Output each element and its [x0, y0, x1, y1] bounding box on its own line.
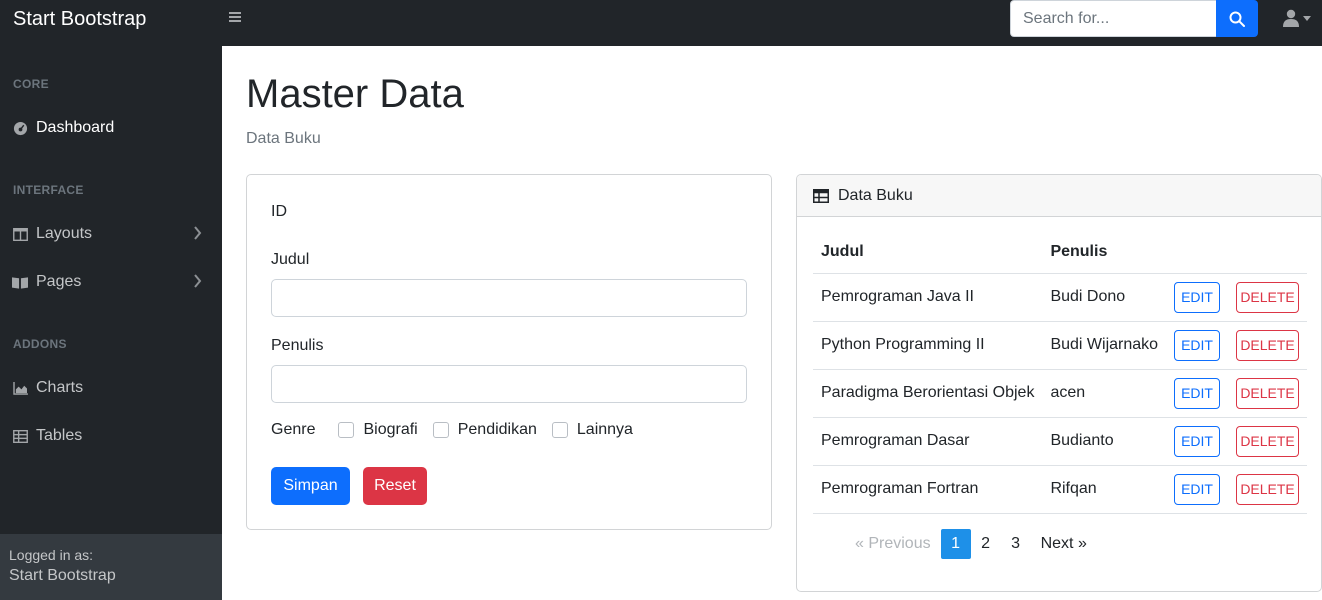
edit-button[interactable]: EDIT — [1174, 425, 1221, 457]
sidebar-item-label: Pages — [36, 273, 82, 290]
brand-link[interactable]: Start Bootstrap — [13, 8, 146, 31]
judul-label: Judul — [271, 251, 310, 268]
sidebar-toggle-icon[interactable] — [229, 10, 245, 26]
cell-judul: Pemrograman Fortran — [813, 465, 1043, 514]
table-row: Paradigma Berorientasi Objek acen EDIT D… — [813, 369, 1308, 418]
book-open-icon — [12, 274, 28, 290]
delete-button[interactable]: DELETE — [1236, 329, 1300, 361]
pagination-page-2[interactable]: 2 — [971, 529, 1001, 559]
cell-penulis: Budianto — [1042, 417, 1167, 466]
checkbox-label: Biografi — [363, 421, 418, 438]
search-button[interactable] — [1216, 0, 1258, 37]
book-table-card: Data Buku Judul Penulis Pemrograman Java… — [796, 174, 1322, 592]
sidebar-item-label: Layouts — [36, 225, 93, 242]
pagination-page-3[interactable]: 3 — [1001, 529, 1031, 559]
delete-button[interactable]: DELETE — [1236, 425, 1300, 457]
checkbox-label: Pendidikan — [457, 421, 537, 438]
sidebar-item-charts[interactable]: Charts — [12, 375, 210, 401]
chevron-right-icon — [194, 274, 202, 288]
cell-judul: Python Programming II — [813, 321, 1043, 370]
table-row: Pemrograman Dasar Budianto EDIT DELETE — [813, 417, 1308, 466]
sidebar-item-tables[interactable]: Tables — [12, 423, 210, 449]
penulis-input[interactable] — [271, 365, 747, 403]
tachometer-icon — [12, 120, 28, 136]
cell-judul: Paradigma Berorientasi Objek — [813, 369, 1043, 418]
card-title: Data Buku — [838, 186, 913, 204]
cell-judul: Pemrograman Java II — [813, 273, 1043, 322]
judul-input[interactable] — [271, 279, 747, 317]
search-icon — [1229, 11, 1245, 27]
delete-button[interactable]: DELETE — [1236, 473, 1300, 505]
sidebar-item-label: Dashboard — [36, 119, 115, 136]
delete-button[interactable]: DELETE — [1236, 377, 1300, 409]
genre-option-pendidikan[interactable]: Pendidikan — [432, 421, 537, 439]
search-input[interactable] — [1010, 0, 1216, 37]
table-row: Pemrograman Fortran Rifqan EDIT DELETE — [813, 465, 1308, 514]
delete-button[interactable]: DELETE — [1236, 281, 1300, 313]
edit-button[interactable]: EDIT — [1174, 377, 1221, 409]
lainnya-checkbox[interactable] — [551, 422, 568, 438]
table-header-row: Judul Penulis — [813, 231, 1308, 274]
chevron-right-icon — [194, 226, 202, 240]
logged-in-user: Start Bootstrap — [9, 567, 116, 584]
genre-label: Genre — [271, 421, 316, 438]
search-form — [1010, 0, 1258, 37]
cell-penulis: acen — [1042, 369, 1167, 418]
pagination-page-1[interactable]: 1 — [940, 529, 971, 559]
table-row: Python Programming II Budi Wijarnako EDI… — [813, 321, 1308, 370]
sidebar-item-label: Tables — [36, 427, 83, 444]
book-table: Judul Penulis Pemrograman Java II Budi D… — [813, 231, 1308, 514]
pagination-previous[interactable]: « Previous — [845, 529, 941, 559]
table-icon — [813, 188, 829, 203]
breadcrumb: Data Buku — [246, 130, 321, 147]
genre-group: Genre Biografi Pendidikan Lainnya — [271, 421, 648, 439]
edit-button[interactable]: EDIT — [1174, 329, 1221, 361]
sidebar-heading-addons: ADDONS — [13, 337, 67, 351]
sidebar-heading-interface: INTERFACE — [13, 183, 84, 197]
table-row: Pemrograman Java II Budi Dono EDIT DELET… — [813, 273, 1308, 322]
edit-button[interactable]: EDIT — [1174, 281, 1221, 313]
user-icon — [1283, 9, 1299, 27]
sidebar-item-pages[interactable]: Pages — [12, 269, 210, 295]
genre-option-biografi[interactable]: Biografi — [338, 421, 418, 439]
pagination: « Previous 1 2 3 Next » — [845, 529, 1097, 559]
logged-in-label: Logged in as: — [9, 547, 94, 563]
user-dropdown[interactable] — [1283, 9, 1311, 27]
caret-down-icon — [1303, 15, 1311, 21]
pagination-next[interactable]: Next » — [1031, 529, 1097, 559]
column-header-penulis: Penulis — [1042, 231, 1167, 274]
cell-penulis: Rifqan — [1042, 465, 1167, 514]
sidebar-footer: Logged in as: Start Bootstrap — [0, 534, 222, 600]
sidebar-item-layouts[interactable]: Layouts — [12, 221, 210, 247]
chart-area-icon — [12, 380, 28, 396]
cell-penulis: Budi Wijarnako — [1042, 321, 1167, 370]
reset-button[interactable]: Reset — [363, 467, 427, 505]
top-navbar: Start Bootstrap — [0, 0, 1322, 46]
page-title: Master Data — [246, 72, 464, 116]
sidebar-item-dashboard[interactable]: Dashboard — [12, 115, 210, 141]
penulis-label: Penulis — [271, 337, 324, 354]
edit-button[interactable]: EDIT — [1174, 473, 1221, 505]
id-label: ID — [271, 203, 287, 220]
table-icon — [12, 428, 28, 444]
columns-icon — [12, 226, 28, 242]
cell-penulis: Budi Dono — [1042, 273, 1167, 322]
checkbox-label: Lainnya — [576, 421, 633, 438]
biografi-checkbox[interactable] — [338, 422, 355, 438]
genre-option-lainnya[interactable]: Lainnya — [551, 421, 633, 439]
save-button[interactable]: Simpan — [271, 467, 350, 505]
column-header-judul: Judul — [813, 231, 1043, 274]
cell-judul: Pemrograman Dasar — [813, 417, 1043, 466]
sidebar-heading-core: CORE — [13, 77, 49, 91]
card-header: Data Buku — [797, 175, 1321, 217]
sidebar-item-label: Charts — [36, 379, 84, 396]
book-form-card: ID Judul Penulis Genre Biografi Pendidik… — [246, 174, 772, 530]
pendidikan-checkbox[interactable] — [432, 422, 449, 438]
sidebar: CORE Dashboard INTERFACE Layouts Pages A… — [0, 46, 222, 600]
